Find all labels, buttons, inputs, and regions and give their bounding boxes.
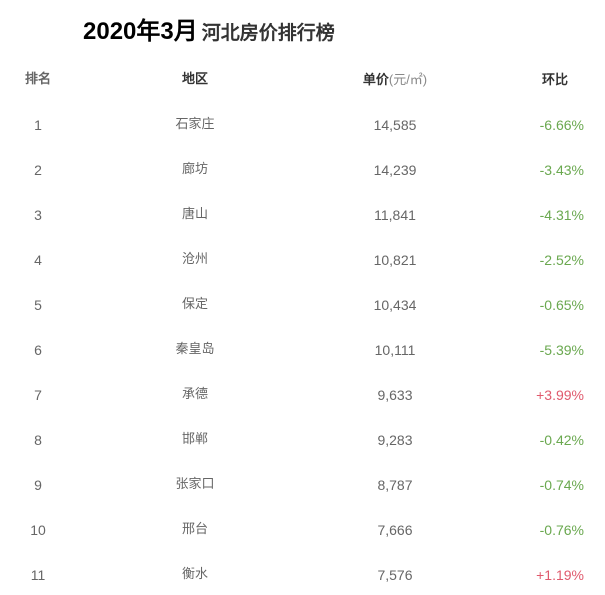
- header-price: 单价(元/㎡): [345, 68, 445, 93]
- table-row: 1 石家庄 14,585 -6.66%: [0, 113, 605, 137]
- price-cell: 9,283: [377, 432, 413, 448]
- rank-cell: 2: [34, 162, 42, 178]
- header-price-unit: (元/㎡): [388, 72, 428, 87]
- rank-cell: 4: [34, 252, 42, 268]
- rank-cell: 9: [34, 477, 42, 493]
- rank-cell: 7: [34, 387, 42, 403]
- rank-cell: 3: [34, 207, 42, 223]
- change-cell: +1.19%: [536, 567, 584, 583]
- table-row: 4 沧州 10,821 -2.52%: [0, 248, 605, 272]
- change-cell: -0.76%: [539, 522, 584, 538]
- table-header: 排名 地区 单价(元/㎡) 环比: [0, 68, 605, 92]
- title-name: 河北房价排行榜: [201, 22, 335, 44]
- region-cell: 衡水: [181, 567, 208, 582]
- change-cell: -5.39%: [539, 342, 584, 358]
- table-row: 5 保定 10,434 -0.65%: [0, 293, 605, 317]
- header-change: 环比: [541, 72, 568, 87]
- table-row: 8 邯郸 9,283 -0.42%: [0, 428, 605, 452]
- change-cell: -3.43%: [539, 162, 584, 178]
- table-row: 6 秦皇岛 10,111 -5.39%: [0, 338, 605, 362]
- region-cell: 沧州: [181, 252, 208, 267]
- header-region: 地区: [181, 72, 208, 87]
- region-cell: 廊坊: [181, 162, 208, 177]
- rank-cell: 1: [34, 117, 42, 133]
- region-cell: 石家庄: [175, 117, 215, 132]
- header-rank: 排名: [24, 72, 51, 87]
- region-cell: 保定: [181, 297, 208, 312]
- price-cell: 7,666: [377, 522, 413, 538]
- rank-cell: 5: [34, 297, 42, 313]
- change-cell: -0.42%: [539, 432, 584, 448]
- price-cell: 14,585: [373, 117, 417, 133]
- table-row: 10 邢台 7,666 -0.76%: [0, 518, 605, 542]
- change-cell: -0.65%: [539, 297, 584, 313]
- rank-cell: 10: [30, 522, 46, 538]
- rank-cell: 8: [34, 432, 42, 448]
- region-cell: 秦皇岛: [175, 342, 215, 357]
- table-row: 3 唐山 11,841 -4.31%: [0, 203, 605, 227]
- price-cell: 11,841: [374, 207, 416, 223]
- change-cell: -2.52%: [539, 252, 584, 268]
- price-cell: 10,434: [373, 297, 417, 313]
- change-cell: -4.31%: [539, 207, 584, 223]
- region-cell: 邢台: [181, 522, 208, 537]
- region-cell: 承德: [181, 387, 208, 402]
- title-date: 2020年3月: [83, 18, 198, 45]
- header-price-label: 单价: [362, 73, 389, 88]
- rank-cell: 6: [34, 342, 42, 358]
- table-row: 2 廊坊 14,239 -3.43%: [0, 158, 605, 182]
- region-cell: 唐山: [181, 207, 208, 222]
- table-row: 11 衡水 7,576 +1.19%: [0, 563, 605, 587]
- price-cell: 8,787: [377, 477, 413, 493]
- region-cell: 张家口: [175, 477, 215, 492]
- rank-cell: 11: [30, 567, 46, 583]
- price-cell: 10,821: [373, 252, 417, 268]
- change-cell: -0.74%: [539, 477, 584, 493]
- page-title: 2020年3月 河北房价排行榜: [83, 14, 335, 50]
- price-cell: 7,576: [377, 567, 413, 583]
- price-cell: 14,239: [373, 162, 417, 178]
- change-cell: +3.99%: [536, 387, 584, 403]
- price-cell: 10,111: [374, 342, 416, 358]
- change-cell: -6.66%: [539, 117, 584, 133]
- price-cell: 9,633: [377, 387, 413, 403]
- table-row: 7 承德 9,633 +3.99%: [0, 383, 605, 407]
- table-row: 9 张家口 8,787 -0.74%: [0, 473, 605, 497]
- region-cell: 邯郸: [181, 432, 208, 447]
